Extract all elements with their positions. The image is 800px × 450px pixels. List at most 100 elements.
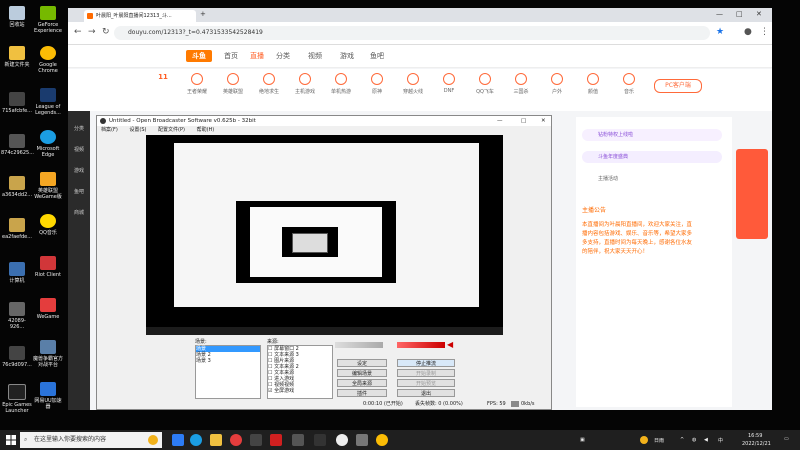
desktop-icon-file[interactable]: 874c29625... [1,134,34,156]
plugins-button[interactable]: 插件 [337,389,387,397]
desktop-icon-folder[interactable]: 新建文件夹 [1,46,33,68]
obs-menu-help[interactable]: 帮助(H) [197,127,215,133]
edge-icon[interactable] [190,434,202,446]
new-tab-icon[interactable]: + [200,10,206,18]
left-nav-item[interactable]: 鱼吧 [68,188,90,195]
nav-video[interactable]: 视频 [308,51,322,61]
category-item[interactable]: DNF [430,73,468,94]
desktop-audio-meter[interactable] [335,342,383,348]
task-view-icon[interactable] [172,434,184,446]
desktop-icon-file[interactable]: 42089-926... [1,302,33,330]
douyu-logo[interactable]: 斗鱼 [186,50,212,62]
network-icon[interactable]: ◍ [692,437,696,443]
clock-date[interactable]: 2022/12/21 [742,441,771,447]
back-icon[interactable]: ← [74,27,82,37]
desktop-icon-file[interactable]: 715afcbfe... [1,92,33,114]
forward-icon[interactable]: → [88,27,96,37]
minimize-icon[interactable]: — [716,10,723,18]
rp-item[interactable]: 钻粉特权上线啦 [582,129,722,141]
app-icon[interactable] [356,434,368,446]
nav-home[interactable]: 首页 [224,51,238,61]
promo-banner[interactable] [736,149,768,239]
obs-menu-profiles[interactable]: 配置文件(P) [158,127,185,133]
menu-icon[interactable]: ⋮ [760,27,769,37]
bookmark-star-icon[interactable]: ★ [716,27,724,37]
category-item[interactable]: 户外 [538,73,576,95]
file-explorer-icon[interactable] [210,434,222,446]
global-sources-button[interactable]: 全局来源 [337,379,387,387]
weather-text[interactable]: 日雨 [654,437,664,444]
nav-live[interactable]: 直播 [250,51,264,61]
left-nav-item[interactable]: 分类 [68,125,90,132]
desktop-icon-file[interactable]: 76c9d097... [1,346,33,368]
category-item[interactable]: 音乐 [610,73,648,95]
desktop-icon-file[interactable]: a3634dd2... [1,176,33,198]
settings-button[interactable]: 设定 [337,359,387,367]
desktop-icon-recycle-bin[interactable]: 回收站 [1,6,33,28]
language-indicator[interactable]: 中 [718,437,723,444]
clock-time[interactable]: 16:59 [748,433,762,439]
source-item[interactable]: ☑ 全屏游戏 [268,388,332,394]
browser-tab[interactable]: 叶晨阳_叶晨阳直播间12313_斗... [84,10,196,22]
tray-chevron-icon[interactable]: ^ [680,437,684,443]
app-icon[interactable] [250,434,262,446]
desktop-icon-lol-wegame[interactable]: 英雄联盟 WeGame版 [32,172,64,200]
nav-yuba[interactable]: 鱼吧 [370,51,384,61]
notification-icon[interactable]: ▭ [784,436,789,442]
scenes-list[interactable]: 场景 场景 2 场景 3 [195,345,261,399]
speaker-icon[interactable]: ◀ [447,340,453,349]
desktop-icon-league[interactable]: League of Legends... [32,88,64,116]
taskbar-search[interactable]: ⌕ 在这里输入你要搜索的内容 [20,432,162,448]
volume-icon[interactable]: ◀ [704,437,708,443]
desktop-icon-epic-games[interactable]: Epic Games Launcher [1,384,33,414]
obs-menu-file[interactable]: 档案(F) [101,127,118,133]
address-bar[interactable]: douyu.com/12313?_t=0.4731533542528419 [114,26,710,40]
left-nav-item[interactable]: 商城 [68,209,90,216]
weather-icon[interactable] [640,436,648,444]
windows-start-icon[interactable] [6,435,16,445]
start-record-button[interactable]: 开始录制 [397,369,455,377]
category-item[interactable]: 王者荣耀 [178,73,216,95]
profile-avatar[interactable]: ● [744,27,752,37]
rp-item[interactable]: 主播活动 [582,173,722,185]
preview-button[interactable]: 开始预览 [397,379,455,387]
app-icon[interactable] [292,434,304,446]
pc-client-button[interactable]: PC客户端 [654,79,702,93]
desktop-icon-geforce[interactable]: GeForce Experience [32,6,64,34]
obs-close-icon[interactable]: ✕ [541,116,546,126]
desktop-icon-edge[interactable]: Microsoft Edge [32,130,64,158]
exit-button[interactable]: 退出 [397,389,455,397]
scene-item[interactable]: 场景 3 [196,358,260,364]
reload-icon[interactable]: ↻ [102,27,110,37]
rp-item[interactable]: 斗鱼年度盛典 [582,151,722,163]
tray-icon[interactable]: ▣ [580,437,585,443]
desktop-icon-riot-client[interactable]: Riot Client [32,256,64,278]
category-item[interactable]: QQ飞车 [466,73,504,95]
edit-scene-button[interactable]: 编辑场景 [337,369,387,377]
app-icon[interactable] [270,434,282,446]
obs-minimize-icon[interactable]: — [497,116,503,126]
close-icon[interactable]: ✕ [756,10,762,18]
category-item[interactable]: 颜值 [574,73,612,95]
sources-list[interactable]: ☐ 屏幕窗口 2 ☐ 文本来源 3 ☐ 图片来源 ☐ 文本来源 2 ☐ 文本来源… [267,345,333,399]
desktop-icon-file[interactable]: ea2faefde... [1,218,33,240]
left-nav-item[interactable]: 视频 [68,146,90,153]
obs-taskbar-icon[interactable] [336,434,348,446]
category-item[interactable]: 三国杀 [502,73,540,95]
category-item[interactable]: 原神 [358,73,396,95]
desktop-icon-uu[interactable]: 网易UU加速器 [32,382,64,410]
category-item[interactable]: 主机游戏 [286,73,324,95]
maximize-icon[interactable]: □ [736,10,743,18]
desktop-icon-warcraft[interactable]: 魔兽争霸官方对战平台 [32,340,64,368]
category-item[interactable]: 英雄联盟 [214,73,252,95]
category-item[interactable]: 绝地求生 [250,73,288,95]
nav-games[interactable]: 游戏 [340,51,354,61]
category-item[interactable]: 穿越火线 [394,73,432,95]
obs-menu-settings[interactable]: 设置(S) [129,127,146,133]
chrome-taskbar-icon[interactable] [376,434,388,446]
app-icon[interactable] [230,434,242,446]
mic-audio-meter[interactable] [397,342,445,348]
desktop-icon-chrome[interactable]: Google Chrome [32,46,64,74]
nav-category[interactable]: 分类 [276,51,290,61]
obs-maximize-icon[interactable]: □ [521,116,526,126]
